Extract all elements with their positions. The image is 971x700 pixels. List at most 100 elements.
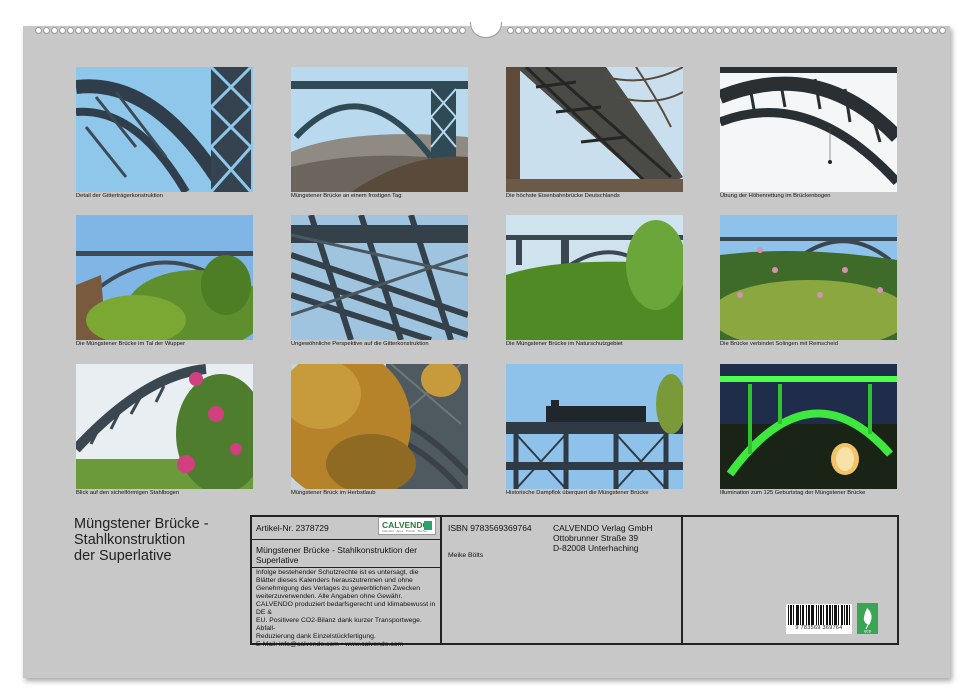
barcode-bar [820, 605, 821, 625]
barcode-bar [838, 605, 839, 625]
panel-divider-1 [440, 517, 442, 643]
barcode-bar [809, 605, 810, 625]
binding-hole [763, 27, 770, 34]
barcode-bar [790, 605, 791, 625]
binding-hole [539, 27, 546, 34]
binding-hole [331, 27, 338, 34]
photo-height-rescue [720, 67, 897, 192]
binding-hole [683, 27, 690, 34]
legal-notice: Infolge bestehender Schutzrechte ist es … [256, 569, 439, 649]
binding-hole [371, 27, 378, 34]
binding-hole [739, 27, 746, 34]
binding-hole [211, 27, 218, 34]
barcode-bar [818, 605, 819, 625]
binding-hole [51, 27, 58, 34]
binding-hole [811, 27, 818, 34]
photo-steam-locomotive [506, 364, 683, 489]
legal-line: Reduzierung dank Einzelstückfertigung. [256, 633, 376, 640]
binding-hole [843, 27, 850, 34]
caption-9: Blick auf den sichelförmigen Stahlbogen [76, 490, 180, 496]
barcode-bar [806, 605, 807, 625]
barcode-bar [832, 605, 833, 625]
eco-leaf-icon: eco [857, 603, 878, 634]
photo-wupper-valley [76, 215, 253, 340]
binding-hole [43, 27, 50, 34]
binding-hole [699, 27, 706, 34]
binding-hole [675, 27, 682, 34]
binding-hole [875, 27, 882, 34]
binding-hole [435, 27, 442, 34]
binding-hole [555, 27, 562, 34]
binding-hole [851, 27, 858, 34]
binding-hole [571, 27, 578, 34]
binding-hole [155, 27, 162, 34]
legal-line: EU. Positivere CO2-Bilanz dank kurzer Tr… [256, 617, 422, 632]
publisher-city: D-82008 Unterhaching [553, 543, 639, 553]
binding-hole [659, 27, 666, 34]
barcode-bar [847, 605, 848, 625]
binding-hole [379, 27, 386, 34]
binding-hole [179, 27, 186, 34]
binding-hole [779, 27, 786, 34]
binding-hole [771, 27, 778, 34]
binding-hole [235, 27, 242, 34]
calvendo-logo: CALVENDO Kalender · Apps · Puzzle · Büch… [378, 517, 436, 535]
barcode-bar [821, 605, 822, 625]
binding-hole [515, 27, 522, 34]
barcode-bar [808, 605, 809, 625]
binding-hole [363, 27, 370, 34]
binding-hole [35, 27, 42, 34]
photo-unusual-perspective [291, 215, 468, 340]
logo-mark-icon [424, 521, 432, 530]
binding-hole [787, 27, 794, 34]
caption-12: Illumination zum 125 Geburtstag der Müng… [720, 490, 866, 496]
binding-hole [563, 27, 570, 34]
binding-hole [283, 27, 290, 34]
legal-line: weiterzuverwenden. Alle Angaben ohne Gew… [256, 593, 403, 600]
binding-hole [139, 27, 146, 34]
publisher-name: CALVENDO Verlag GmbH [553, 523, 653, 533]
binding-hole [907, 27, 914, 34]
binding-hole [99, 27, 106, 34]
binding-hole [611, 27, 618, 34]
binding-hole [411, 27, 418, 34]
binding-hole [195, 27, 202, 34]
binding-hole [867, 27, 874, 34]
binding-hole [339, 27, 346, 34]
barcode-bar [829, 605, 830, 625]
barcode-bar [836, 605, 837, 625]
binding-hole [395, 27, 402, 34]
binding-hole [835, 27, 842, 34]
binding-hole [59, 27, 66, 34]
calendar-title: Müngstener Brücke - Stahlkonstruktion de… [74, 516, 209, 564]
caption-1: Detail der Gitterträgerkonstruktion [76, 193, 163, 199]
legal-line: Infolge bestehender Schutzrechte ist es … [256, 569, 419, 576]
legal-line: E-Mail: info@calvendo.com • www.calvendo… [256, 641, 404, 648]
binding-hole [747, 27, 754, 34]
barcode-bar [796, 605, 797, 625]
binding-hole [427, 27, 434, 34]
binding-hole [219, 27, 226, 34]
caption-2: Müngstener Brücke an einem frostigen Tag [291, 193, 402, 199]
binding-hole [643, 27, 650, 34]
barcode-bar [788, 605, 789, 625]
barcode-bar [816, 605, 817, 625]
barcode-bar [803, 605, 804, 625]
binding-hole [731, 27, 738, 34]
caption-5: Die Müngstener Brücke im Tal der Wupper [76, 341, 186, 347]
photo-lattice-detail [76, 67, 253, 192]
binding-hole [163, 27, 170, 34]
barcode-bar [841, 605, 842, 625]
barcode-bar [830, 605, 831, 625]
binding-hole [915, 27, 922, 34]
binding-hole [523, 27, 530, 34]
binding-hole [603, 27, 610, 34]
isbn: ISBN 9783569369764 [448, 523, 532, 533]
photo-nature-reserve [506, 215, 683, 340]
barcode-bar [797, 605, 798, 625]
binding-hole [171, 27, 178, 34]
binding-hole [355, 27, 362, 34]
binding-hole [795, 27, 802, 34]
product-title: Müngstener Brücke - Stahlkonstruktion de… [256, 545, 418, 565]
binding-hole [707, 27, 714, 34]
